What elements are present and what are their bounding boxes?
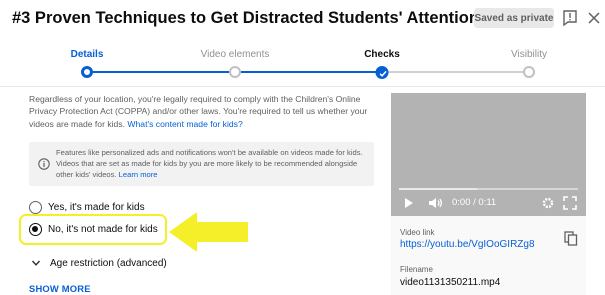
video-time: 0:00 / 0:11 xyxy=(452,197,497,208)
tab-checks[interactable]: Checks xyxy=(364,49,400,60)
volume-icon[interactable] xyxy=(428,196,444,210)
fullscreen-icon[interactable] xyxy=(563,196,577,210)
status-badge: Saved as private xyxy=(474,8,554,28)
step-complete-check-icon[interactable] xyxy=(375,66,389,79)
dialog-header: #3 Proven Techniques to Get Distracted S… xyxy=(0,0,605,38)
feedback-flag-icon[interactable] xyxy=(562,9,578,27)
chevron-down-icon xyxy=(31,260,41,266)
info-notice: Features like personalized ads and notif… xyxy=(29,142,374,186)
header-divider xyxy=(0,86,605,87)
copy-icon[interactable] xyxy=(564,231,578,246)
age-restriction-toggle[interactable]: Age restriction (advanced) xyxy=(31,256,167,270)
info-paragraph: Features like personalized ads and notif… xyxy=(56,148,363,179)
settings-gear-icon[interactable] xyxy=(541,196,555,210)
video-progress-loaded xyxy=(399,188,477,190)
learn-more-link[interactable]: Learn more xyxy=(119,170,158,179)
step-current-dot[interactable] xyxy=(81,66,93,78)
radio-label: Yes, it's made for kids xyxy=(48,201,145,213)
video-link[interactable]: https://youtu.be/VgIOoGIRZg8 xyxy=(400,239,535,250)
stepper-line xyxy=(382,71,529,73)
play-icon[interactable] xyxy=(403,196,415,210)
age-restriction-label: Age restriction (advanced) xyxy=(50,257,167,269)
dialog-title: #3 Proven Techniques to Get Distracted S… xyxy=(12,9,479,27)
annotation-arrow-icon xyxy=(167,209,252,255)
content-for-kids-link[interactable]: What's content made for kids? xyxy=(127,119,242,129)
tab-video-elements[interactable]: Video elements xyxy=(201,49,270,60)
close-icon[interactable] xyxy=(586,9,602,27)
video-player[interactable]: 0:00 / 0:11 xyxy=(391,93,586,216)
stepper-line xyxy=(233,71,382,73)
coppa-legal-text: Regardless of your location, you're lega… xyxy=(29,93,369,130)
filename: video1131350211.mp4 xyxy=(400,277,501,288)
filename-label: Filename xyxy=(400,265,433,274)
step-pending-dot[interactable] xyxy=(229,66,241,78)
radio-button[interactable] xyxy=(29,200,42,214)
step-pending-dot[interactable] xyxy=(523,66,535,78)
info-text: Features like personalized ads and notif… xyxy=(56,148,364,180)
upload-stepper: Details Video elements Checks Visibility xyxy=(0,44,605,84)
tab-details[interactable]: Details xyxy=(71,49,104,60)
video-link-label: Video link xyxy=(400,228,435,237)
video-progress-bar[interactable] xyxy=(399,188,578,190)
video-preview-card: 0:00 / 0:11 Video link https://youtu.be/… xyxy=(391,93,586,295)
annotation-highlight-box xyxy=(19,214,167,245)
info-icon xyxy=(38,157,50,170)
tab-visibility[interactable]: Visibility xyxy=(511,49,547,60)
stepper-line xyxy=(87,71,233,73)
show-more-button[interactable]: SHOW MORE xyxy=(29,283,91,294)
